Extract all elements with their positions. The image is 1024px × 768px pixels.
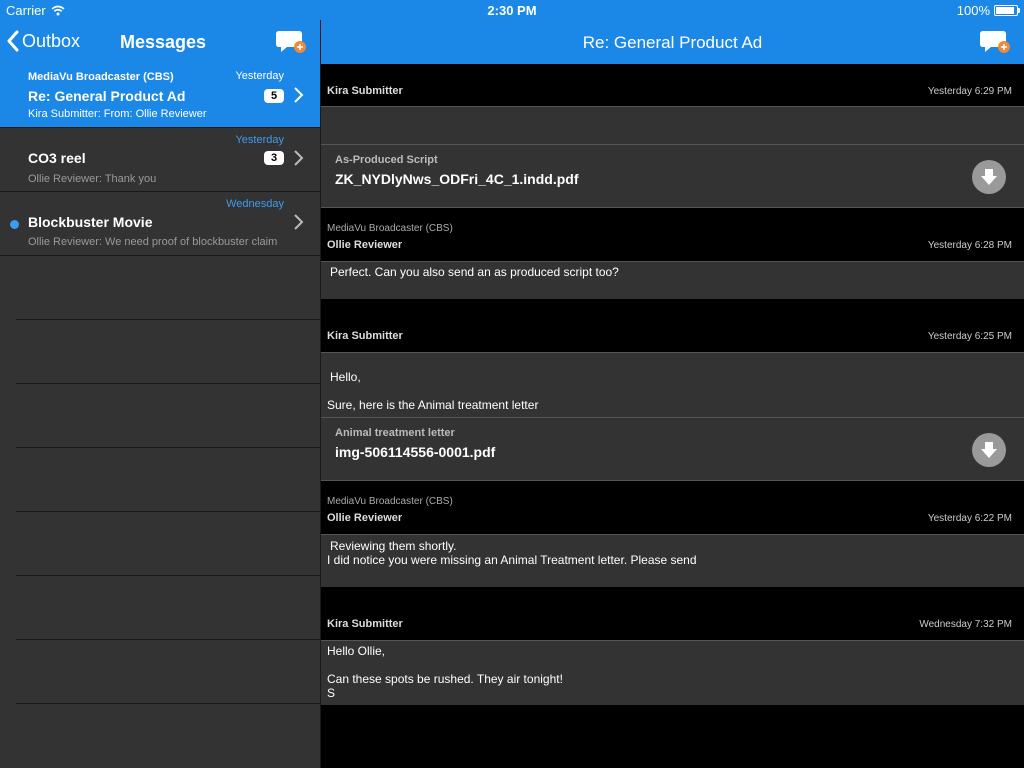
battery-percent: 100%: [956, 3, 990, 18]
message-count-badge: 5: [264, 89, 284, 103]
download-button[interactable]: [972, 433, 1006, 467]
message-body-text: Perfect. Can you also send an as produce…: [330, 265, 619, 279]
message-body-text: Sure, here is the Animal treatment lette…: [327, 398, 539, 412]
message-row-co3-reel[interactable]: Yesterday CO3 reel 3 Ollie Reviewer: Tha…: [0, 128, 320, 192]
back-button-label: Outbox: [22, 30, 81, 51]
thread-message-header: MediaVu Broadcaster (CBS) Ollie Reviewer…: [321, 208, 1024, 261]
thread-message-header: Kira Submitter Yesterday 6:29 PM: [321, 64, 1024, 106]
thread-timestamp: Yesterday 6:29 PM: [927, 86, 1012, 97]
thread-timestamp: Wednesday 7:32 PM: [919, 619, 1012, 630]
message-subject: Blockbuster Movie: [28, 214, 153, 230]
unread-indicator: [10, 220, 19, 229]
empty-list-row: [16, 320, 320, 384]
message-sender: MediaVu Broadcaster (CBS): [28, 71, 174, 83]
thread-sender-name: Ollie Reviewer: [327, 512, 403, 524]
thread-timestamp: Yesterday 6:25 PM: [927, 331, 1012, 342]
message-body-text: Hello Ollie,: [327, 644, 386, 658]
battery-icon: [994, 5, 1020, 16]
chevron-right-icon: [294, 150, 304, 166]
thread-message-header: Kira Submitter Yesterday 6:25 PM: [321, 299, 1024, 352]
attachment-title: Animal treatment letter: [335, 427, 455, 439]
attachment-title: As-Produced Script: [335, 154, 438, 166]
thread-message-body: Reviewing them shortly. I did notice you…: [321, 534, 1024, 587]
thread-timestamp: Yesterday 6:28 PM: [927, 240, 1012, 251]
message-row-general-product-ad[interactable]: MediaVu Broadcaster (CBS) Yesterday Re: …: [0, 64, 320, 128]
sidebar-title: Messages: [120, 32, 207, 52]
message-body-text: Hello,: [330, 370, 361, 384]
thread-timestamp: Yesterday 6:22 PM: [927, 513, 1012, 524]
download-arrow-icon: [981, 169, 997, 185]
chevron-right-icon: [294, 214, 304, 230]
message-count-badge: 3: [264, 151, 284, 165]
attachment-filename: ZK_NYDlyNws_ODFri_4C_1.indd.pdf: [335, 171, 579, 187]
message-list-pane: Outbox Messages MediaVu Broadcaster (CBS…: [0, 0, 321, 768]
attachment-filename: img-506114556-0001.pdf: [335, 444, 496, 460]
message-body-text: Reviewing them shortly.: [330, 539, 457, 553]
thread-message-body: Hello, Sure, here is the Animal treatmen…: [321, 352, 1024, 417]
thread-sender-name: Kira Submitter: [327, 85, 403, 97]
message-body-text: S: [327, 686, 336, 700]
compose-message-icon[interactable]: [276, 28, 306, 56]
message-list: MediaVu Broadcaster (CBS) Yesterday Re: …: [0, 64, 320, 704]
message-date: Yesterday: [235, 134, 284, 146]
thread-message-header: MediaVu Broadcaster (CBS) Ollie Reviewer…: [321, 481, 1024, 534]
status-time: 2:30 PM: [487, 3, 537, 18]
empty-list-row: [16, 256, 320, 320]
message-date: Wednesday: [226, 198, 284, 210]
message-subject: CO3 reel: [28, 150, 86, 166]
download-arrow-icon: [981, 442, 997, 458]
message-body-text: I did notice you were missing an Animal …: [327, 553, 697, 567]
message-preview: Kira Submitter: From: Ollie Reviewer: [28, 108, 207, 120]
message-subject: Re: General Product Ad: [28, 88, 186, 104]
chevron-right-icon: [294, 87, 304, 103]
message-detail-pane: Re: General Product Ad Kira Submitter Ye…: [321, 0, 1024, 768]
thread-message-body: [321, 106, 1024, 144]
message-preview: Ollie Reviewer: Thank you: [28, 173, 157, 185]
empty-list-row: [16, 384, 320, 448]
empty-list-row: [16, 448, 320, 512]
back-button[interactable]: Outbox: [6, 30, 80, 52]
attachment-card[interactable]: Animal treatment letter img-506114556-00…: [321, 417, 1024, 481]
message-preview: Ollie Reviewer: We need proof of blockbu…: [28, 236, 278, 248]
message-date: Yesterday: [235, 70, 284, 82]
reply-message-icon[interactable]: [980, 28, 1010, 56]
chevron-left-icon: [7, 30, 19, 52]
message-body-text: Can these spots be rushed. They air toni…: [327, 672, 563, 686]
empty-list-row: [16, 576, 320, 640]
thread-message-body: Hello Ollie, Can these spots be rushed. …: [321, 640, 1024, 705]
attachment-card[interactable]: As-Produced Script ZK_NYDlyNws_ODFri_4C_…: [321, 144, 1024, 208]
battery-fill: [996, 7, 1014, 14]
sidebar-nav-bar: Outbox Messages: [0, 20, 320, 64]
thread-sender-org: MediaVu Broadcaster (CBS): [327, 223, 453, 234]
thread-sender-org: MediaVu Broadcaster (CBS): [327, 496, 453, 507]
empty-list-row: [16, 512, 320, 576]
message-row-blockbuster-movie[interactable]: Wednesday Blockbuster Movie Ollie Review…: [0, 192, 320, 256]
thread-sender-name: Kira Submitter: [327, 618, 403, 630]
message-thread: Kira Submitter Yesterday 6:29 PM As-Prod…: [321, 64, 1024, 705]
detail-title: Re: General Product Ad: [582, 33, 763, 52]
thread-sender-name: Ollie Reviewer: [327, 239, 403, 251]
detail-nav-bar: Re: General Product Ad: [321, 20, 1024, 64]
empty-list-row: [16, 640, 320, 704]
status-bar: Carrier 2:30 PM 100%: [0, 0, 1024, 20]
download-button[interactable]: [972, 160, 1006, 194]
thread-sender-name: Kira Submitter: [327, 330, 403, 342]
thread-message-body: Perfect. Can you also send an as produce…: [321, 261, 1024, 299]
thread-message-header: Kira Submitter Wednesday 7:32 PM: [321, 587, 1024, 640]
